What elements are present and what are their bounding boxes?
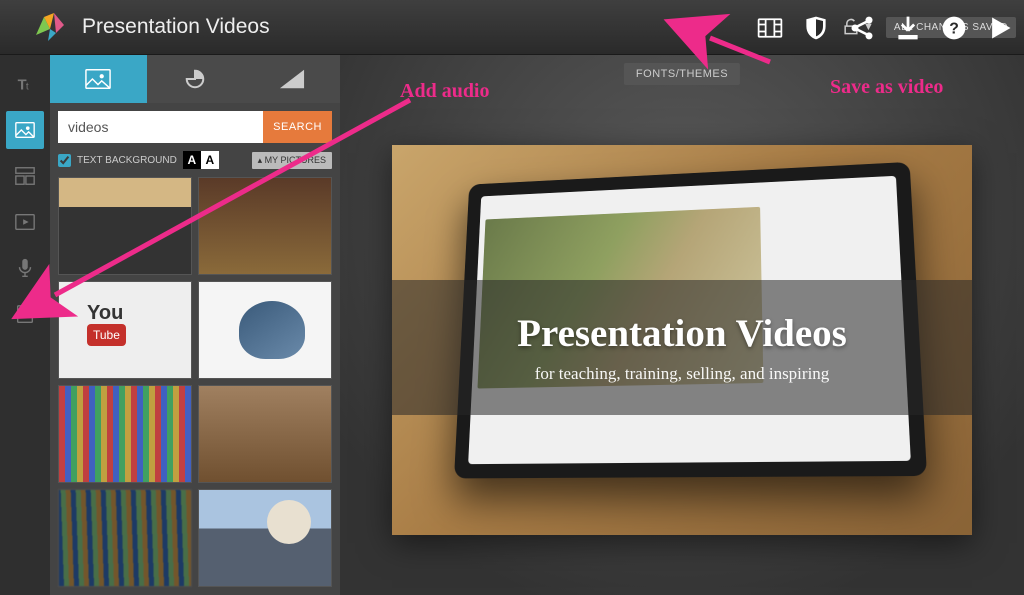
main-body: Tt SEARCH TEXT BACKGROUND AA ▴ MY PICTUR…: [0, 55, 1024, 595]
svg-text:t: t: [26, 82, 29, 93]
image-results-grid: [50, 177, 340, 595]
share-icon[interactable]: [848, 14, 876, 42]
play-icon[interactable]: [986, 14, 1014, 42]
audio-tool[interactable]: [6, 249, 44, 287]
slide-text-banner[interactable]: Presentation Videos for teaching, traini…: [392, 280, 972, 415]
notes-tool[interactable]: [6, 295, 44, 333]
tab-shapes[interactable]: [243, 55, 340, 103]
image-thumbnail[interactable]: [58, 385, 192, 483]
video-slide-tool[interactable]: [6, 203, 44, 241]
image-thumbnail[interactable]: [198, 177, 332, 275]
shield-icon[interactable]: [802, 14, 830, 42]
image-tool[interactable]: [6, 111, 44, 149]
panel-tabs: [50, 55, 340, 103]
top-header: Presentation Videos ▼ ALL CHANGES SAVED …: [0, 0, 1024, 55]
image-thumbnail[interactable]: [198, 489, 332, 587]
slide-subtitle[interactable]: for teaching, training, selling, and ins…: [535, 364, 830, 384]
image-thumbnail[interactable]: [58, 281, 192, 379]
search-button[interactable]: SEARCH: [263, 111, 332, 143]
image-thumbnail[interactable]: [58, 177, 192, 275]
text-bg-swatches[interactable]: AA: [183, 151, 219, 169]
layout-tool[interactable]: [6, 157, 44, 195]
svg-text:?: ?: [949, 20, 959, 37]
text-background-label: TEXT BACKGROUND: [77, 155, 177, 166]
my-pictures-button[interactable]: ▴ MY PICTURES: [252, 152, 332, 169]
search-row: SEARCH: [50, 103, 340, 147]
download-icon[interactable]: [894, 14, 922, 42]
save-as-video-button[interactable]: [756, 14, 784, 42]
presentation-title[interactable]: Presentation Videos: [82, 15, 841, 39]
text-background-checkbox[interactable]: [58, 154, 71, 167]
canvas-area[interactable]: FONTS/THEMES Presentation Videos for tea…: [340, 55, 1024, 595]
slide[interactable]: Presentation Videos for teaching, traini…: [392, 145, 972, 535]
options-row: TEXT BACKGROUND AA ▴ MY PICTURES: [50, 147, 340, 177]
tab-charts[interactable]: [147, 55, 244, 103]
top-toolbar: ?: [756, 0, 1014, 55]
side-panel: SEARCH TEXT BACKGROUND AA ▴ MY PICTURES: [50, 55, 340, 595]
image-thumbnail[interactable]: [198, 281, 332, 379]
image-thumbnail[interactable]: [198, 385, 332, 483]
text-tool[interactable]: Tt: [6, 65, 44, 103]
fonts-themes-tab[interactable]: FONTS/THEMES: [624, 63, 740, 85]
tab-images[interactable]: [50, 55, 147, 103]
back-button[interactable]: [8, 8, 24, 47]
image-thumbnail[interactable]: [58, 489, 192, 587]
slide-title[interactable]: Presentation Videos: [517, 311, 847, 356]
app-logo-icon[interactable]: [30, 7, 70, 47]
left-tool-rail: Tt: [0, 55, 50, 595]
search-input[interactable]: [58, 111, 263, 143]
help-icon[interactable]: ?: [940, 14, 968, 42]
